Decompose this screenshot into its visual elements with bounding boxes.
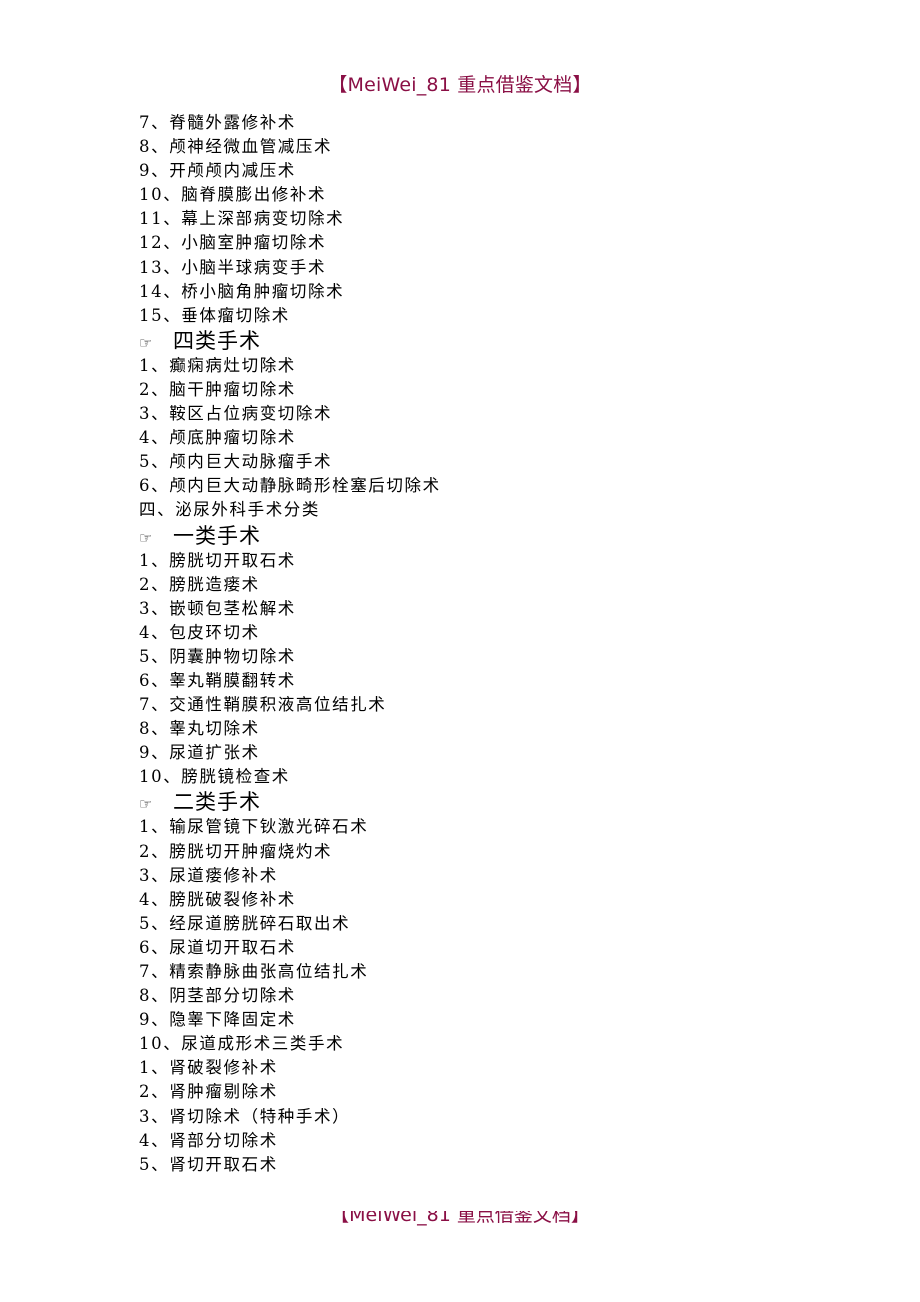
section-heading-text: 四类手术	[173, 328, 261, 353]
list-item: 9、尿道扩张术	[139, 743, 260, 763]
list-item: 1、癫痫病灶切除术	[139, 355, 296, 375]
list-item: 1、膀胱切开取石术	[139, 550, 296, 570]
list-item: 2、脑干肿瘤切除术	[139, 379, 296, 399]
page-footer-watermark: 【MeiWei_81 重点借鉴文档】	[330, 1211, 590, 1226]
section-heading: ☞ 四类手术	[139, 328, 441, 354]
list-item: 7、脊髓外露修补术	[139, 113, 296, 132]
list-item: 3、肾切除术（特种手术）	[139, 1106, 351, 1126]
page-footer-clip: 【MeiWei_81 重点借鉴文档】	[0, 1211, 920, 1226]
list-item: 13、小脑半球病变手术	[139, 257, 327, 277]
document-body: 7、脊髓外露修补术 8、颅神经微血管减压术 9、开颅颅内减压术 10、脑脊膜膨出修补术…	[139, 111, 441, 1177]
list-item: 2、膀胱造瘘术	[139, 574, 260, 594]
list-item: 2、膀胱切开肿瘤烧灼术	[139, 841, 333, 861]
page-header-watermark: 【MeiWei_81 重点借鉴文档】	[328, 74, 592, 96]
list-item: 4、颅底肿瘤切除术	[139, 428, 296, 448]
section-heading: ☞ 二类手术	[139, 789, 441, 815]
list-item: 10、尿道成形术三类手术	[139, 1034, 345, 1054]
list-item: 四、泌尿外科手术分类	[139, 500, 320, 520]
list-item: 1、输尿管镜下钬激光碎石术	[139, 817, 369, 837]
list-item: 11、幕上深部病变切除术	[139, 209, 345, 229]
list-item: 2、肾肿瘤剔除术	[139, 1082, 278, 1102]
section-heading: ☞ 一类手术	[139, 523, 441, 549]
list-item: 8、阴茎部分切除术	[139, 986, 296, 1006]
list-item: 5、阴囊肿物切除术	[139, 646, 296, 666]
pointing-hand-icon: ☞	[139, 528, 154, 547]
list-item: 3、尿道瘘修补术	[139, 865, 278, 885]
list-item: 9、隐睾下降固定术	[139, 1010, 296, 1030]
list-item: 10、膀胱镜检查术	[139, 767, 290, 787]
list-item: 7、精索静脉曲张高位结扎术	[139, 962, 369, 981]
list-item: 4、包皮环切术	[139, 622, 260, 642]
list-item: 3、嵌顿包茎松解术	[139, 598, 296, 618]
pointing-hand-icon: ☞	[139, 795, 154, 814]
list-item: 6、尿道切开取石术	[139, 937, 296, 957]
list-item: 8、睾丸切除术	[139, 719, 260, 739]
list-item: 15、垂体瘤切除术	[139, 305, 290, 325]
list-item: 14、桥小脑角肿瘤切除术	[139, 281, 345, 301]
list-item: 6、颅内巨大动静脉畸形栓塞后切除术	[139, 476, 441, 496]
list-item: 4、肾部分切除术	[139, 1130, 278, 1150]
list-item: 4、膀胱破裂修补术	[139, 889, 296, 909]
section-heading-text: 二类手术	[173, 790, 261, 815]
list-item: 8、颅神经微血管减压术	[139, 137, 333, 157]
section-heading-text: 一类手术	[173, 523, 261, 548]
list-item: 5、肾切开取石术	[139, 1154, 278, 1174]
list-item: 1、肾破裂修补术	[139, 1058, 278, 1078]
list-item: 10、脑脊膜膨出修补术	[139, 185, 327, 205]
pointing-hand-icon: ☞	[139, 333, 154, 352]
list-item: 3、鞍区占位病变切除术	[139, 404, 333, 424]
list-item: 7、交通性鞘膜积液高位结扎术	[139, 695, 387, 715]
list-item: 6、睾丸鞘膜翻转术	[139, 670, 296, 690]
list-item: 5、经尿道膀胱碎石取出术	[139, 913, 351, 933]
list-item: 5、颅内巨大动脉瘤手术	[139, 452, 333, 472]
list-item: 9、开颅颅内减压术	[139, 161, 296, 181]
list-item: 12、小脑室肿瘤切除术	[139, 233, 327, 253]
